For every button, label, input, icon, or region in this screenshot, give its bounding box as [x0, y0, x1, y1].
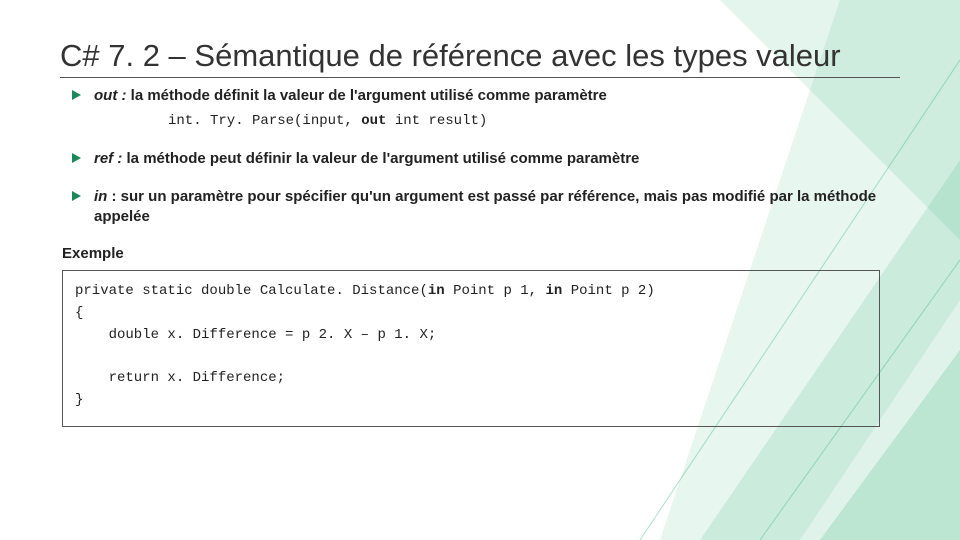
- bullet-list: out : la méthode définit la valeur de l'…: [70, 86, 900, 228]
- code-line: double x. Difference = p 2. X – p 1. X;: [75, 327, 436, 343]
- code-fragment: Point p 2): [562, 283, 654, 299]
- code-fragment: int result): [386, 113, 487, 129]
- code-fragment: int. Try. Parse(input,: [168, 113, 361, 129]
- code-line: {: [75, 305, 83, 321]
- code-keyword: out: [361, 113, 386, 129]
- inline-code: int. Try. Parse(input, out int result): [168, 112, 900, 131]
- code-fragment: private static double Calculate. Distanc…: [75, 283, 428, 299]
- bullet-lead: in: [94, 188, 107, 205]
- bullet-item: ref : la méthode peut définir la valeur …: [70, 149, 900, 169]
- code-line: private static double Calculate. Distanc…: [75, 283, 655, 299]
- bullet-text: la méthode peut définir la valeur de l'a…: [122, 150, 639, 167]
- bullet-item: out : la méthode définit la valeur de l'…: [70, 86, 900, 131]
- code-line: return x. Difference;: [75, 370, 285, 386]
- bullet-lead: ref :: [94, 150, 122, 167]
- code-keyword: in: [546, 283, 563, 299]
- example-heading: Exemple: [62, 245, 900, 262]
- code-keyword: in: [428, 283, 445, 299]
- bullet-text: la méthode définit la valeur de l'argume…: [126, 87, 606, 104]
- code-block: private static double Calculate. Distanc…: [62, 270, 880, 426]
- bullet-item: in : sur un paramètre pour spécifier qu'…: [70, 187, 900, 228]
- bullet-text: : sur un paramètre pour spécifier qu'un …: [94, 188, 876, 225]
- bullet-lead: out :: [94, 87, 126, 104]
- code-line: }: [75, 392, 83, 408]
- slide-title: C# 7. 2 – Sémantique de référence avec l…: [60, 38, 900, 78]
- code-fragment: Point p 1,: [445, 283, 546, 299]
